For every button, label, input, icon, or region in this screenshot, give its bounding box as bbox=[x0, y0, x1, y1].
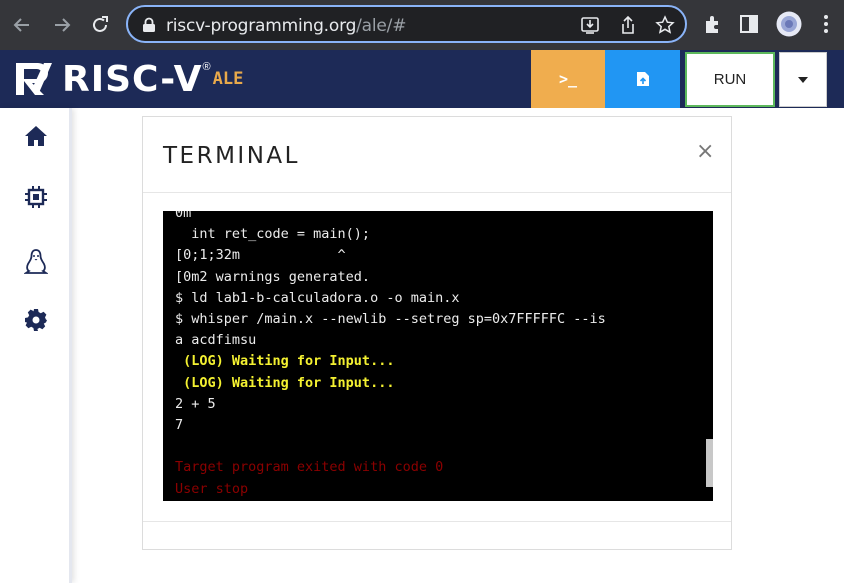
terminal-line: int ret_code = main(); bbox=[175, 226, 371, 243]
upload-button[interactable] bbox=[605, 50, 680, 108]
reload-icon[interactable] bbox=[88, 13, 112, 37]
logo-registered-mark: ® bbox=[202, 61, 211, 73]
tux-icon[interactable] bbox=[22, 248, 50, 276]
terminal-line: [0;1;32m ^ bbox=[175, 247, 346, 264]
extensions-puzzle-icon[interactable] bbox=[702, 13, 724, 35]
terminal-line: 2 + 5 bbox=[175, 395, 216, 412]
run-button[interactable]: RUN bbox=[685, 52, 775, 107]
terminal-button[interactable]: >_ bbox=[531, 50, 605, 108]
file-upload-icon bbox=[636, 72, 649, 86]
more-menu-icon[interactable] bbox=[815, 13, 837, 35]
back-icon[interactable] bbox=[10, 13, 34, 37]
terminal-line: Target program exited with code 0 bbox=[175, 459, 444, 476]
share-icon[interactable] bbox=[618, 15, 638, 35]
profile-avatar[interactable] bbox=[776, 11, 802, 37]
terminal-line: 0m bbox=[175, 211, 192, 221]
risc-v-mark-icon bbox=[16, 63, 52, 95]
modal-divider-bottom bbox=[143, 521, 731, 522]
chip-icon[interactable] bbox=[22, 183, 50, 211]
sidebar bbox=[0, 108, 72, 583]
modal-title: TERMINAL bbox=[163, 143, 300, 169]
side-panel-icon[interactable] bbox=[738, 13, 760, 35]
terminal-line: a acdfimsu bbox=[175, 332, 257, 349]
terminal-line: (LOG) Waiting for Input... bbox=[175, 353, 395, 370]
terminal-line: User stop bbox=[175, 480, 249, 497]
terminal-line: (LOG) Waiting for Input... bbox=[175, 374, 395, 391]
terminal-line: 7 bbox=[175, 417, 184, 434]
url-text: riscv-programming.org/ale/# bbox=[166, 16, 407, 36]
lock-icon[interactable] bbox=[142, 17, 156, 38]
caret-down-icon bbox=[798, 76, 808, 83]
terminal-modal: TERMINAL × 0m int ret_code = main(); [0;1… bbox=[142, 116, 732, 550]
terminal-line: [0m2 warnings generated. bbox=[175, 268, 371, 285]
address-bar[interactable]: riscv-programming.org/ale/# bbox=[126, 5, 687, 43]
terminal-line: $ whisper /main.x --newlib --setreg sp=0… bbox=[175, 311, 606, 328]
terminal-lines: 0m int ret_code = main(); [0;1;32m ^ [0m2 … bbox=[175, 211, 705, 500]
home-icon[interactable] bbox=[22, 122, 50, 150]
terminal-prompt-icon: >_ bbox=[558, 70, 578, 88]
run-button-label: RUN bbox=[713, 71, 747, 88]
terminal-scrollbar[interactable] bbox=[706, 439, 713, 487]
logo-text: RISC-V bbox=[62, 58, 203, 100]
install-icon[interactable] bbox=[580, 15, 600, 35]
gear-icon[interactable] bbox=[22, 306, 50, 334]
bookmark-star-icon[interactable] bbox=[655, 15, 675, 35]
browser-toolbar: riscv-programming.org/ale/# bbox=[0, 0, 844, 50]
risc-v-logo[interactable]: RISC-V ® ALE bbox=[14, 57, 243, 101]
close-icon[interactable]: × bbox=[696, 139, 714, 164]
forward-icon[interactable] bbox=[50, 13, 74, 37]
logo-ale: ALE bbox=[212, 69, 244, 89]
terminal-output[interactable]: 0m int ret_code = main(); [0;1;32m ^ [0m2 … bbox=[163, 211, 713, 501]
modal-divider-top bbox=[143, 192, 731, 193]
run-options-dropdown[interactable] bbox=[779, 52, 827, 107]
terminal-line: $ ld lab1-b-calculadora.o -o main.x bbox=[175, 289, 460, 306]
